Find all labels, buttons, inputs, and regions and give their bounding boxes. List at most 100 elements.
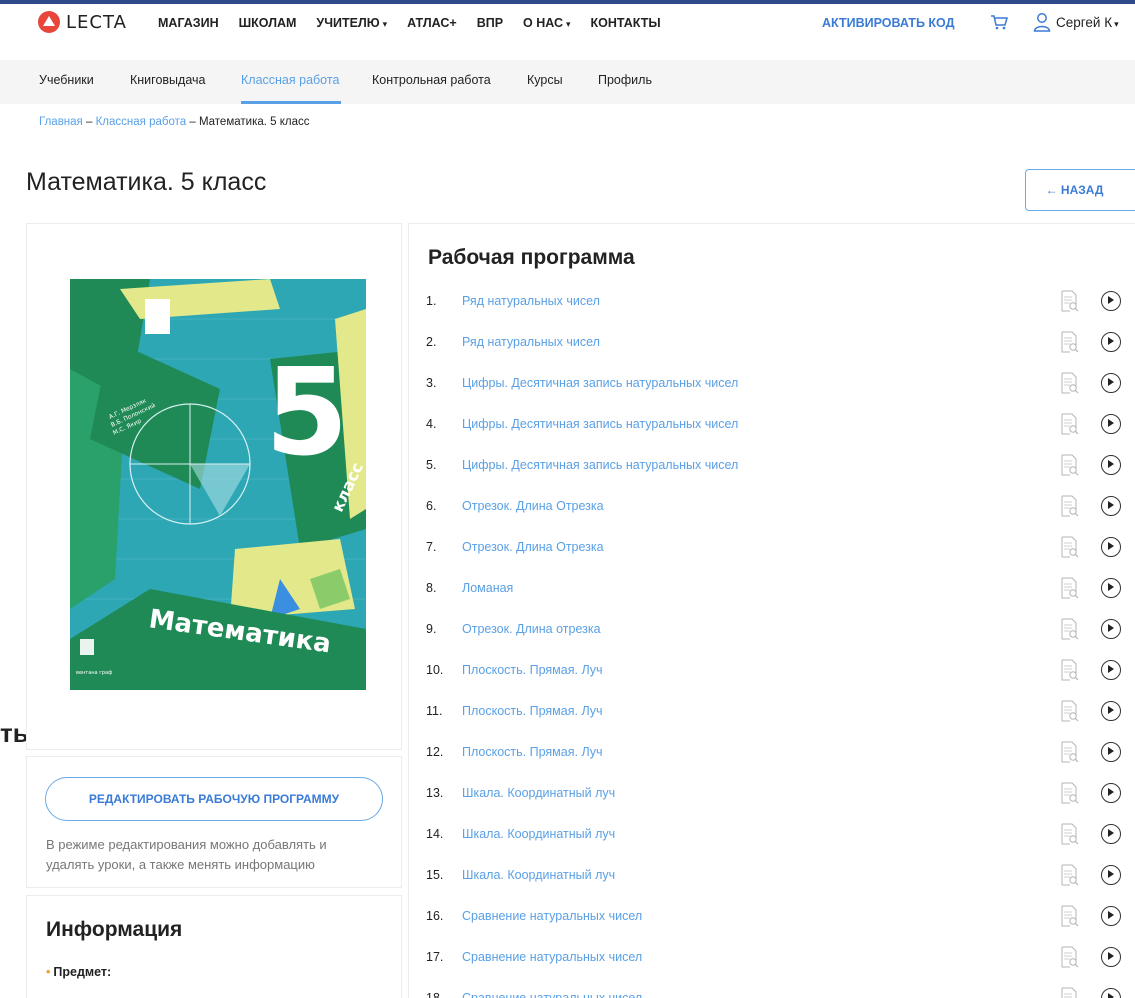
document-preview-icon[interactable] [1061,290,1079,312]
edit-program-button[interactable]: РЕДАКТИРОВАТЬ РАБОЧУЮ ПРОГРАММУ [45,777,383,821]
lesson-row: 13. Шкала. Координатный луч [409,774,1135,815]
play-circle-icon[interactable] [1101,414,1121,434]
document-preview-icon[interactable] [1061,741,1079,763]
menu-item-about[interactable]: О НАС ▾ [523,16,571,30]
lesson-link[interactable]: Ломаная [462,581,513,595]
lesson-link[interactable]: Отрезок. Длина Отрезка [462,499,604,513]
document-preview-icon[interactable] [1061,618,1079,640]
tab-classwork[interactable]: Классная работа [241,73,339,87]
play-circle-icon[interactable] [1101,578,1121,598]
document-preview-icon[interactable] [1061,495,1079,517]
cart-icon[interactable] [990,14,1008,30]
lesson-link[interactable]: Плоскость. Прямая. Луч [462,663,603,677]
lesson-row: 4. Цифры. Десятичная запись натуральных ч… [409,405,1135,446]
cover-publisher: вентана граф [76,670,112,676]
menu-item-teacher[interactable]: УЧИТЕЛЮ ▾ [316,16,387,30]
back-button[interactable]: ← НАЗАД [1025,169,1135,211]
lesson-link[interactable]: Ряд натуральных чисел [462,294,600,308]
breadcrumb-separator: – [189,116,196,128]
lesson-row: 3. Цифры. Десятичная запись натуральных ч… [409,364,1135,405]
sub-navigation: Учебники Книговыдача Классная работа Кон… [0,60,1135,104]
chevron-down-icon: ▾ [382,19,388,29]
lesson-number: 18. [426,991,444,998]
lesson-row: 7. Отрезок. Длина Отрезка [409,528,1135,569]
user-menu[interactable]: Сергей К ▾ [1033,12,1119,32]
document-preview-icon[interactable] [1061,946,1079,968]
play-circle-icon[interactable] [1101,783,1121,803]
play-circle-icon[interactable] [1101,947,1121,967]
lesson-link[interactable]: Цифры. Десятичная запись натуральных чис… [462,417,738,431]
lesson-link[interactable]: Отрезок. Длина Отрезка [462,540,604,554]
lesson-link[interactable]: Плоскость. Прямая. Луч [462,704,603,718]
lesson-link[interactable]: Отрезок. Длина отрезка [462,622,601,636]
user-icon [1033,12,1051,32]
menu-item-vpr[interactable]: ВПР [477,16,503,30]
document-preview-icon[interactable] [1061,372,1079,394]
lesson-link[interactable]: Плоскость. Прямая. Луч [462,745,603,759]
play-circle-icon[interactable] [1101,742,1121,762]
menu-item-shop[interactable]: МАГАЗИН [158,16,219,30]
lesson-link[interactable]: Шкала. Координатный луч [462,827,615,841]
document-preview-icon[interactable] [1061,864,1079,886]
document-preview-icon[interactable] [1061,905,1079,927]
lesson-row: 17. Сравнение натуральных чисел [409,938,1135,979]
tab-test-work[interactable]: Контрольная работа [372,73,491,87]
play-circle-icon[interactable] [1101,332,1121,352]
play-circle-icon[interactable] [1101,865,1121,885]
play-circle-icon[interactable] [1101,291,1121,311]
document-preview-icon[interactable] [1061,700,1079,722]
play-circle-icon[interactable] [1101,537,1121,557]
document-preview-icon[interactable] [1061,577,1079,599]
document-preview-icon[interactable] [1061,454,1079,476]
lesson-number: 6. [426,499,437,513]
document-preview-icon[interactable] [1061,987,1079,998]
lesson-row: 12. Плоскость. Прямая. Луч [409,733,1135,774]
lesson-number: 10. [426,663,444,677]
book-cover[interactable]: 5 класс А.Г. Мерзляк В.Б. Полонский М.С.… [70,279,366,690]
tab-profile[interactable]: Профиль [598,73,652,87]
play-circle-icon[interactable] [1101,906,1121,926]
lesson-row: 2. Ряд натуральных чисел [409,323,1135,364]
play-circle-icon[interactable] [1101,660,1121,680]
play-circle-icon[interactable] [1101,373,1121,393]
breadcrumb-home[interactable]: Главная [39,116,83,128]
work-program-card: Рабочая программа 1. Ряд натуральных чисе… [408,223,1135,998]
breadcrumb-classwork[interactable]: Классная работа [96,116,187,128]
document-preview-icon[interactable] [1061,782,1079,804]
lesson-link[interactable]: Сравнение натуральных чисел [462,909,642,923]
play-circle-icon[interactable] [1101,619,1121,639]
lesson-link[interactable]: Шкала. Координатный луч [462,786,615,800]
lesson-row: 9. Отрезок. Длина отрезка [409,610,1135,651]
lesson-row: 11. Плоскость. Прямая. Луч [409,692,1135,733]
play-circle-icon[interactable] [1101,496,1121,516]
lesson-link[interactable]: Сравнение натуральных чисел [462,991,642,998]
play-circle-icon[interactable] [1101,701,1121,721]
lesson-link[interactable]: Цифры. Десятичная запись натуральных чис… [462,458,738,472]
play-circle-icon[interactable] [1101,988,1121,998]
activate-code-link[interactable]: АКТИВИРОВАТЬ КОД [822,16,955,30]
document-preview-icon[interactable] [1061,536,1079,558]
lesson-link[interactable]: Сравнение натуральных чисел [462,950,642,964]
lesson-row: 15. Шкала. Координатный луч [409,856,1135,897]
play-circle-icon[interactable] [1101,455,1121,475]
lesson-number: 12. [426,745,444,759]
menu-item-schools[interactable]: ШКОЛАМ [239,16,297,30]
tab-book-issue[interactable]: Книговыдача [130,73,205,87]
lesson-link[interactable]: Ряд натуральных чисел [462,335,600,349]
menu-item-atlas[interactable]: АТЛАС+ [407,16,457,30]
document-preview-icon[interactable] [1061,823,1079,845]
lesson-number: 13. [426,786,444,800]
tab-courses[interactable]: Курсы [527,73,563,87]
lesson-link[interactable]: Цифры. Десятичная запись натуральных чис… [462,376,738,390]
tab-textbooks[interactable]: Учебники [39,73,94,87]
document-preview-icon[interactable] [1061,413,1079,435]
lesson-number: 17. [426,950,444,964]
logo[interactable]: LECTA [38,11,127,33]
document-preview-icon[interactable] [1061,331,1079,353]
document-preview-icon[interactable] [1061,659,1079,681]
program-title: Рабочая программа [428,246,635,269]
play-circle-icon[interactable] [1101,824,1121,844]
menu-item-contacts[interactable]: КОНТАКТЫ [591,16,661,30]
info-title: Информация [46,918,183,941]
lesson-link[interactable]: Шкала. Координатный луч [462,868,615,882]
